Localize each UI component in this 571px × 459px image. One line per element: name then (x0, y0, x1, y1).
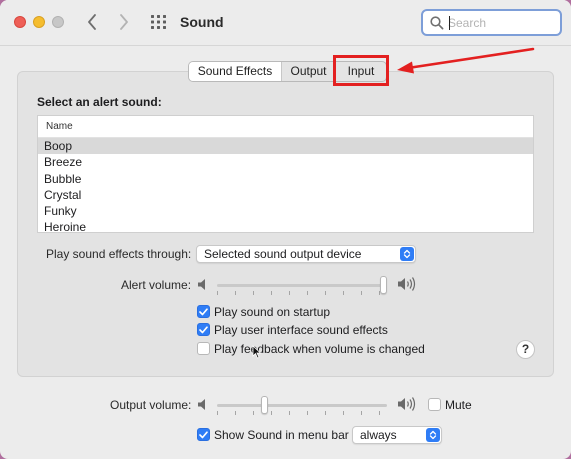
volume-feedback-checkbox[interactable] (197, 342, 210, 355)
tab-output[interactable]: Output (282, 62, 336, 81)
play-through-popup[interactable]: Selected sound output device (196, 245, 416, 263)
search-input[interactable] (448, 14, 556, 31)
slider-thumb[interactable] (261, 396, 268, 414)
play-through-label: Play sound effects through: (46, 247, 192, 261)
list-item[interactable]: Bubble (38, 171, 533, 187)
annotation-highlight-box (333, 55, 389, 86)
speaker-low-icon (198, 399, 205, 410)
list-item[interactable]: Funky (38, 203, 533, 219)
mute-checkbox[interactable] (428, 398, 441, 411)
window-title: Sound (180, 14, 224, 30)
help-button[interactable]: ? (516, 340, 535, 359)
show-in-menu-bar-label[interactable]: Show Sound in menu bar (214, 428, 349, 442)
startup-sound-checkbox[interactable] (197, 305, 210, 318)
alert-volume-slider[interactable] (217, 275, 387, 295)
close-window-button[interactable] (14, 16, 26, 28)
show-all-button[interactable] (149, 13, 169, 31)
annotation-arrow-icon (397, 47, 535, 74)
chevron-right-icon (120, 14, 128, 30)
menu-bar-visibility-value: always (360, 428, 397, 442)
list-item[interactable]: Heroine (38, 219, 533, 232)
show-in-menu-bar-checkbox[interactable] (197, 428, 210, 441)
speaker-low-icon (198, 279, 205, 290)
zoom-window-button[interactable] (52, 16, 64, 28)
chevron-left-icon (88, 14, 96, 30)
slider-track (217, 284, 387, 287)
output-volume-label: Output volume: (110, 398, 192, 412)
search-field[interactable] (421, 9, 562, 36)
speaker-high-icon (398, 277, 416, 291)
play-through-value: Selected sound output device (204, 247, 362, 261)
alert-sound-label: Select an alert sound: (37, 95, 162, 109)
system-preferences-window: Sound Sound Effects Output Input Select … (0, 0, 571, 459)
list-column-header[interactable]: Name (38, 116, 533, 138)
speaker-high-icon (398, 397, 416, 411)
checkmark-icon (199, 307, 208, 315)
minimize-window-button[interactable] (33, 16, 45, 28)
volume-feedback-label[interactable]: Play feedback when volume is changed (214, 342, 425, 356)
output-volume-slider[interactable] (217, 395, 387, 415)
alert-volume-label: Alert volume: (121, 278, 192, 292)
list-item[interactable]: Boop (38, 138, 533, 155)
ui-sound-effects-label[interactable]: Play user interface sound effects (214, 323, 388, 337)
list-item[interactable]: Crystal (38, 187, 533, 203)
search-icon (430, 16, 444, 30)
popup-stepper-icon (400, 247, 414, 261)
list-item[interactable]: Breeze (38, 154, 533, 170)
ui-sound-effects-checkbox[interactable] (197, 323, 210, 336)
mute-label[interactable]: Mute (445, 398, 472, 412)
checkmark-icon (199, 430, 208, 438)
alert-sound-list[interactable]: Name Boop Breeze Bubble Crystal Funky He… (37, 115, 534, 233)
checkmark-icon (199, 325, 208, 333)
grid-icon (151, 15, 166, 29)
tab-sound-effects[interactable]: Sound Effects (189, 62, 282, 81)
slider-track (217, 404, 387, 407)
back-button[interactable] (82, 11, 102, 33)
menu-bar-visibility-popup[interactable]: always (352, 426, 442, 444)
startup-sound-label[interactable]: Play sound on startup (214, 305, 330, 319)
text-caret (449, 16, 450, 30)
popup-stepper-icon (426, 428, 440, 442)
slider-thumb[interactable] (380, 276, 387, 294)
mouse-pointer-icon (252, 345, 262, 359)
forward-button[interactable] (114, 11, 134, 33)
